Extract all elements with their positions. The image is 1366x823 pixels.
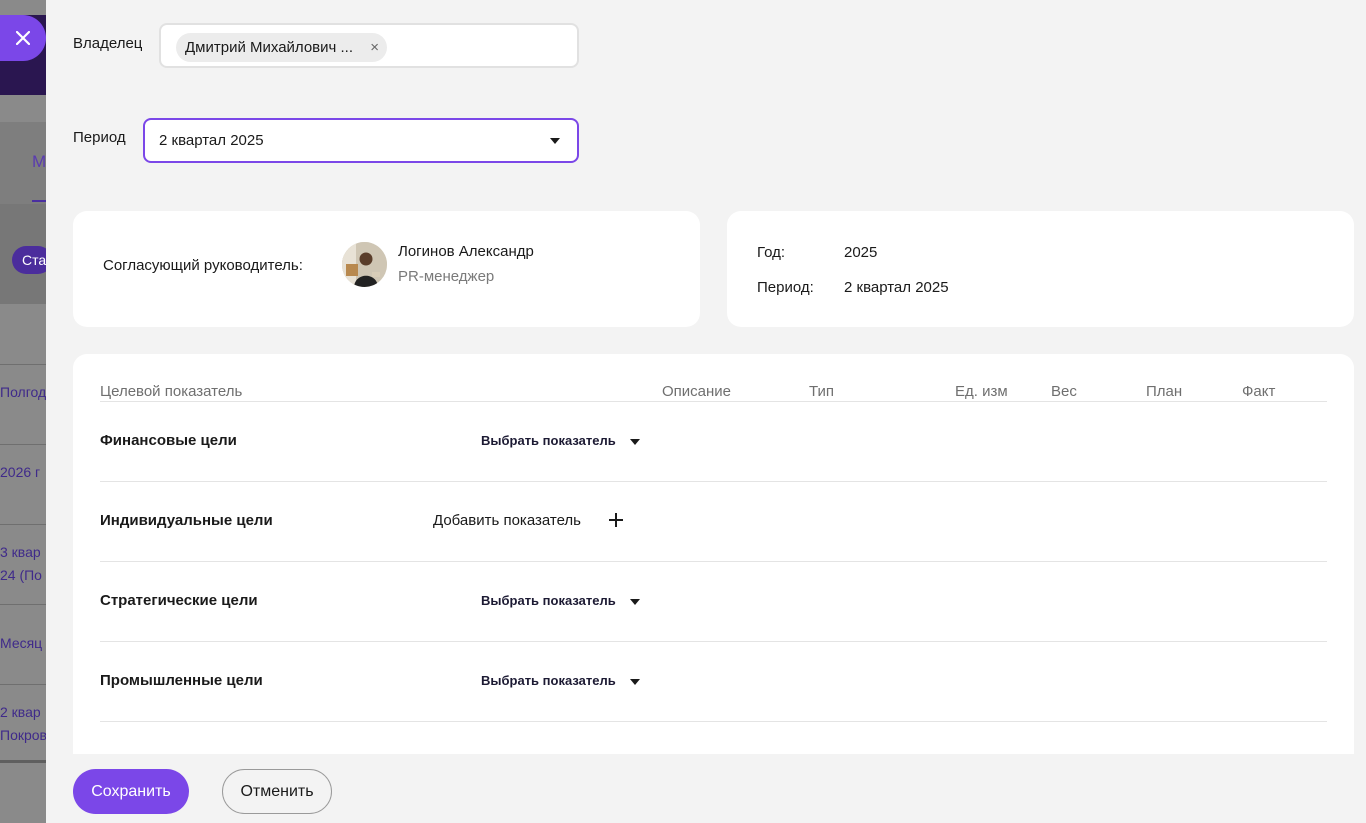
chevron-down-icon xyxy=(630,599,640,605)
year-value: 2025 xyxy=(844,244,878,261)
avatar-photo-icon xyxy=(342,242,387,287)
owner-field[interactable]: Дмитрий Михайлович ... × xyxy=(159,23,579,68)
period-summary-card: Год: 2025 Период: 2 квартал 2025 xyxy=(727,211,1354,327)
save-button[interactable]: Сохранить xyxy=(73,769,189,814)
goal-group-row-financial: Финансовые цели Выбрать показатель xyxy=(100,402,1327,482)
owner-chip-label: Дмитрий Михайлович ... xyxy=(185,39,354,56)
background-divider xyxy=(0,760,46,763)
summary-period-label: Период: xyxy=(757,279,814,296)
period-select[interactable]: 2 квартал 2025 xyxy=(143,118,579,163)
background-row-text: 24 (По xyxy=(0,567,42,583)
goal-group-title: Промышленные цели xyxy=(100,672,263,689)
background-row-text: 3 квар xyxy=(0,544,41,560)
owner-chip: Дмитрий Михайлович ... × xyxy=(176,33,388,62)
select-indicator-label: Выбрать показатель xyxy=(481,433,616,448)
approver-role: PR-менеджер xyxy=(398,268,495,285)
column-header-weight: Вес xyxy=(1051,383,1077,400)
cancel-button[interactable]: Отменить xyxy=(222,769,332,814)
background-status-chip: Ста xyxy=(12,246,46,274)
chevron-down-icon xyxy=(550,138,560,144)
owner-label: Владелец xyxy=(73,35,143,52)
goal-group-title: Индивидуальные цели xyxy=(100,512,273,529)
select-indicator-button[interactable]: Выбрать показатель xyxy=(481,593,640,608)
background-row-text: Покров xyxy=(0,727,46,743)
background-tab: М xyxy=(32,152,46,171)
background-row xyxy=(0,364,46,444)
goal-group-row-individual: Индивидуальные цели Добавить показатель xyxy=(100,482,1327,562)
chevron-down-icon xyxy=(630,439,640,445)
approver-label: Согласующий руководитель: xyxy=(103,257,303,274)
select-indicator-label: Выбрать показатель xyxy=(481,593,616,608)
column-header-unit: Ед. изм xyxy=(955,383,1008,400)
background-row-text: 2 квар xyxy=(0,704,41,720)
remove-owner-icon[interactable]: × xyxy=(370,33,379,62)
background-row-text: 2026 г xyxy=(0,464,41,480)
column-header-fact: Факт xyxy=(1242,383,1276,400)
period-label: Период xyxy=(73,129,126,146)
year-label: Год: xyxy=(757,244,786,261)
column-header-plan: План xyxy=(1146,383,1183,400)
goal-group-title: Финансовые цели xyxy=(100,432,237,449)
period-select-value: 2 квартал 2025 xyxy=(159,132,264,149)
select-indicator-button[interactable]: Выбрать показатель xyxy=(481,673,640,688)
plus-icon[interactable] xyxy=(609,513,623,527)
goal-group-row-strategic: Стратегические цели Выбрать показатель xyxy=(100,562,1327,642)
background-row-text: Месяц xyxy=(0,635,43,651)
avatar xyxy=(342,242,387,287)
approver-name: Логинов Александр xyxy=(398,243,534,260)
approver-card: Согласующий руководитель: Логинов Алекса… xyxy=(73,211,700,327)
summary-period-value: 2 квартал 2025 xyxy=(844,279,949,296)
background-page: и ка М Ста Полгод 2026 г 3 квар 24 (По М… xyxy=(0,0,46,823)
column-header-indicator: Целевой показатель xyxy=(100,383,243,400)
close-icon xyxy=(16,31,30,45)
goal-group-title: Стратегические цели xyxy=(100,592,258,609)
column-header-type: Тип xyxy=(809,383,835,400)
goals-table-card: Целевой показатель Описание Тип Ед. изм … xyxy=(73,354,1354,754)
column-header-description: Описание xyxy=(662,383,732,400)
select-indicator-button[interactable]: Выбрать показатель xyxy=(481,433,640,448)
close-drawer-button[interactable] xyxy=(0,15,46,61)
background-row xyxy=(0,444,46,524)
goals-drawer: Владелец Дмитрий Михайлович ... × Период… xyxy=(46,0,1366,823)
select-indicator-label: Выбрать показатель xyxy=(481,673,616,688)
chevron-down-icon xyxy=(630,679,640,685)
add-indicator-button[interactable]: Добавить показатель xyxy=(433,512,581,529)
background-tab-underline xyxy=(32,200,46,202)
background-row-text: Полгод xyxy=(0,384,46,400)
goal-group-row-industrial: Промышленные цели Выбрать показатель xyxy=(100,642,1327,722)
